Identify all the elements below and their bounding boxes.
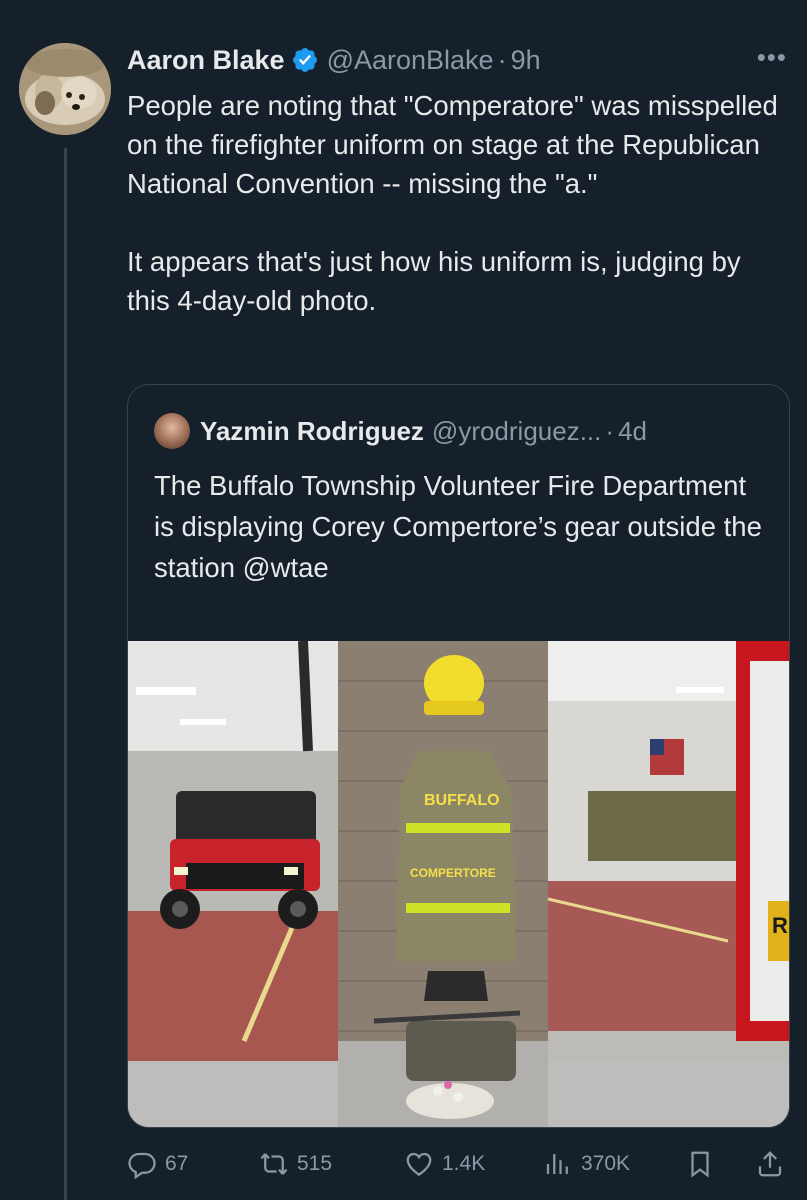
quote-author-handle: @yrodriguez... xyxy=(431,415,602,446)
repost-count: 515 xyxy=(297,1152,333,1175)
tweet-text: People are noting that "Comperatore" was… xyxy=(127,90,778,316)
like-icon xyxy=(406,1152,432,1176)
views-button[interactable]: 370K xyxy=(543,1140,630,1188)
quote-time: 4d xyxy=(618,415,647,446)
repost-button[interactable]: 515 xyxy=(259,1140,332,1188)
thread-line xyxy=(64,148,67,1200)
share-icon xyxy=(758,1151,782,1177)
repost-icon xyxy=(260,1153,288,1175)
reply-icon xyxy=(128,1152,156,1179)
like-count: 1.4K xyxy=(442,1152,486,1175)
like-button[interactable]: 1.4K xyxy=(404,1140,485,1188)
jacket-label: BUFFALO xyxy=(424,792,500,809)
reply-count: 67 xyxy=(165,1152,189,1175)
bookmark-button[interactable] xyxy=(685,1140,715,1188)
quoted-tweet[interactable]: Yazmin Rodriguez @yrodriguez... · 4d The… xyxy=(127,384,790,1128)
header-separator: · xyxy=(497,44,507,75)
author-avatar[interactable] xyxy=(19,43,111,135)
quote-text: The Buffalo Township Volunteer Fire Depa… xyxy=(154,470,762,583)
bookmark-icon xyxy=(691,1151,709,1178)
jacket-name-label: COMPERTORE xyxy=(410,866,496,880)
tweet-header: Aaron Blake @AaronBlake · 9h xyxy=(127,40,541,80)
reply-button[interactable]: 67 xyxy=(127,1140,188,1188)
truck-letter: R xyxy=(772,913,788,938)
action-bar: 67 515 1.4K 370K xyxy=(127,1140,787,1188)
tweet-time[interactable]: 9h xyxy=(511,45,541,76)
verified-badge-icon xyxy=(292,48,317,72)
quote-author-avatar xyxy=(154,413,190,449)
share-button[interactable] xyxy=(755,1140,785,1188)
tweet[interactable]: Aaron Blake @AaronBlake · 9h ••• People … xyxy=(0,0,807,1200)
fire-station-photo[interactable]: R BUFFALO COMPERTORE xyxy=(128,641,789,1127)
author-name[interactable]: Aaron Blake xyxy=(127,45,285,76)
quote-header: Yazmin Rodriguez @yrodriguez... · 4d xyxy=(154,413,647,449)
quote-author-name: Yazmin Rodriguez xyxy=(200,415,424,446)
more-icon[interactable]: ••• xyxy=(757,42,787,73)
views-icon xyxy=(546,1154,568,1174)
quote-header-separator: · xyxy=(605,415,615,446)
dog-avatar-image xyxy=(19,43,111,135)
views-count: 370K xyxy=(581,1152,631,1175)
author-handle[interactable]: @AaronBlake xyxy=(327,45,494,76)
